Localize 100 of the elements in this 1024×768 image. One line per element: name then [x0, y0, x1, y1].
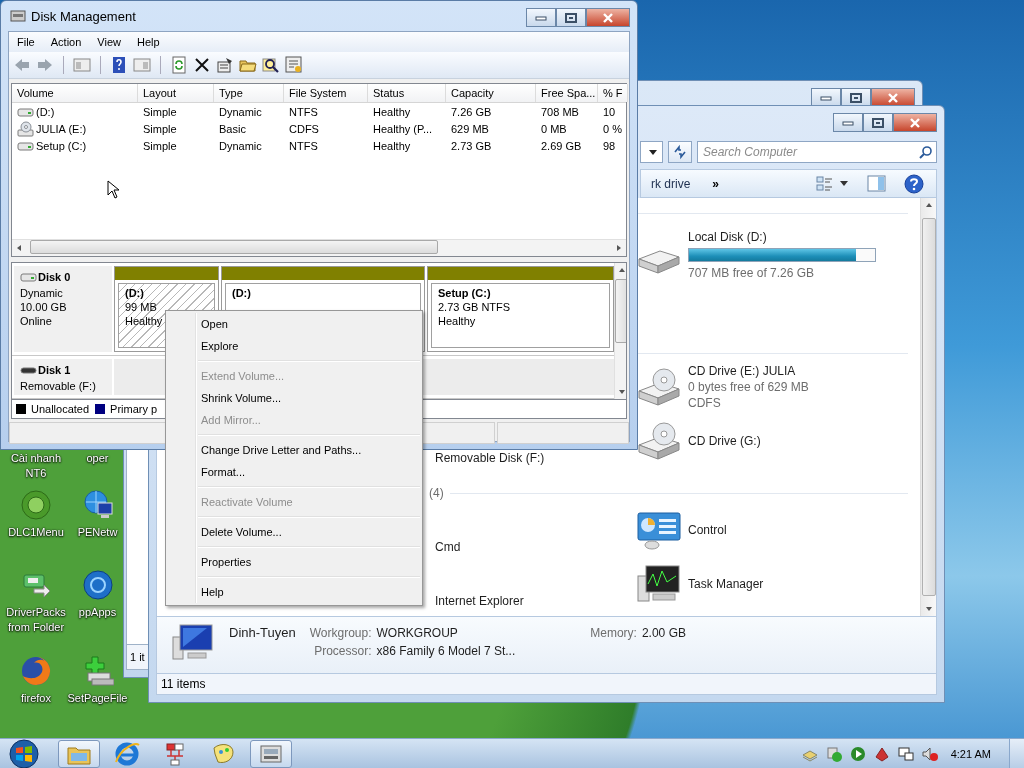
disc-icon[interactable] — [20, 489, 52, 521]
taskbar-button[interactable] — [250, 739, 292, 768]
menu-item[interactable]: Action — [42, 36, 90, 48]
menu-item[interactable]: Properties — [168, 551, 420, 573]
refresh-button[interactable] — [668, 140, 692, 163]
table-cell-text: Dynamic — [218, 139, 263, 152]
toolbar-button[interactable]: rk drive — [651, 176, 691, 191]
menu-item[interactable]: View — [89, 36, 129, 48]
network-status-icon[interactable] — [896, 744, 915, 763]
forward-arrow-icon[interactable] — [36, 56, 54, 74]
table-cell-text: Simple — [142, 122, 178, 135]
item-name[interactable]: CD Drive (E:) JULIA — [688, 364, 809, 379]
menu-item[interactable]: Shrink Volume... — [168, 387, 420, 409]
disk-detail: Dynamic — [20, 287, 64, 299]
search-field[interactable]: Search Computer — [697, 140, 937, 163]
computer-icon — [171, 622, 215, 661]
column-header[interactable]: Type — [214, 84, 284, 102]
field-label: Workgroup: — [309, 625, 372, 640]
close-button[interactable] — [893, 113, 937, 132]
item-name[interactable]: Control — [688, 523, 727, 538]
scroll-down-icon[interactable] — [618, 389, 626, 395]
table-cell-text: 2.69 GB — [540, 139, 583, 152]
column-header[interactable]: Volume — [12, 84, 138, 102]
scroll-right-icon[interactable] — [616, 244, 622, 252]
table-cell-text: NTFS — [288, 105, 319, 118]
close-button[interactable] — [586, 8, 630, 27]
firefox-icon[interactable] — [20, 655, 52, 687]
item-detail: 707 MB free of 7.26 GB — [688, 266, 816, 281]
help-book-icon[interactable] — [110, 56, 128, 74]
properties-icon[interactable] — [216, 56, 234, 74]
caret-icon[interactable] — [839, 180, 849, 188]
cd-drive-icon[interactable] — [636, 421, 682, 462]
minimize-button[interactable] — [526, 8, 556, 27]
table-cell-text: Simple — [142, 139, 178, 152]
refresh-icon — [672, 143, 688, 160]
shield-check-icon[interactable] — [824, 744, 843, 763]
item-detail: CDFS — [688, 396, 722, 411]
menu-item[interactable]: File — [9, 36, 43, 48]
taskbar-button[interactable] — [58, 739, 100, 768]
maximize-button[interactable] — [556, 8, 586, 27]
menu-item[interactable]: Delete Volume... — [168, 521, 420, 543]
magnifier-icon[interactable] — [262, 56, 280, 74]
minimize-button[interactable] — [833, 113, 863, 132]
clock: 4:21 AM — [950, 747, 991, 760]
column-header[interactable]: Free Spa... — [536, 84, 598, 102]
item-name[interactable]: Internet Explorer — [435, 594, 524, 609]
table-cell-text: 10 — [602, 105, 617, 118]
cd-drive-icon — [17, 120, 34, 137]
cd-drive-icon[interactable] — [636, 367, 682, 408]
table-cell-text: Simple — [142, 105, 178, 118]
settings-icon[interactable] — [285, 56, 303, 74]
scroll-up-icon[interactable] — [618, 267, 626, 273]
scroll-up-icon[interactable] — [924, 202, 933, 209]
control-panel-icon[interactable] — [636, 510, 682, 551]
help-icon[interactable] — [904, 173, 924, 194]
table-cell-text: 629 MB — [450, 122, 490, 135]
address-bar[interactable] — [640, 140, 663, 163]
column-header[interactable]: Capacity — [446, 84, 536, 102]
item-name[interactable]: CD Drive (G:) — [688, 434, 761, 449]
item-name[interactable]: Task Manager — [688, 577, 764, 592]
menu-item[interactable]: Change Drive Letter and Paths... — [168, 439, 420, 461]
disk-name: Disk 0 — [38, 271, 71, 283]
globe-icon[interactable] — [81, 569, 114, 601]
maximize-button[interactable] — [863, 113, 893, 132]
group-header[interactable]: (4) — [429, 486, 444, 501]
horizontal-scrollbar[interactable] — [12, 239, 626, 256]
back-arrow-icon[interactable] — [13, 56, 31, 74]
vertical-scrollbar[interactable] — [614, 263, 626, 399]
partition-detail: 99 MB — [125, 301, 158, 313]
delete-icon[interactable] — [193, 56, 211, 74]
item-name[interactable]: Cmd — [435, 540, 461, 555]
close-icon — [887, 92, 899, 103]
refresh-icon[interactable] — [170, 56, 188, 74]
menu-item[interactable]: Help — [128, 36, 168, 48]
column-header[interactable]: Layout — [138, 84, 214, 102]
partition-label: (D:) — [125, 287, 145, 299]
mouse-pointer-icon — [107, 180, 120, 199]
item-name[interactable]: Removable Disk (F:) — [435, 451, 545, 466]
item-name[interactable]: Local Disk (D:) — [688, 230, 876, 245]
computer-name: Dinh-Tuyen — [229, 623, 296, 640]
close-icon — [602, 12, 614, 23]
scroll-down-icon[interactable] — [924, 605, 933, 612]
scroll-left-icon[interactable] — [16, 244, 22, 252]
vertical-scrollbar[interactable] — [920, 198, 936, 616]
desktop-icon-label: PENetw — [77, 525, 118, 540]
more-button[interactable]: » — [708, 176, 724, 191]
legend-label: Unallocated — [31, 403, 90, 415]
column-header[interactable]: Status — [368, 84, 446, 102]
menu-item[interactable]: Format... — [168, 461, 420, 483]
view-options-icon[interactable] — [816, 175, 833, 193]
table-cell-text: Healthy (P... — [372, 122, 434, 135]
column-header[interactable]: % F — [598, 84, 628, 102]
column-header[interactable]: File System — [284, 84, 368, 102]
search-icon[interactable] — [918, 144, 932, 159]
partition[interactable]: Setup (C:) 2.73 GB NTFS Healthy — [427, 266, 614, 352]
task-manager-icon[interactable] — [636, 564, 682, 605]
menu-item[interactable]: Help — [168, 581, 420, 603]
play-icon[interactable] — [848, 744, 867, 763]
globe-monitor-icon[interactable] — [81, 489, 114, 521]
field-value: WORKGROUP — [376, 625, 459, 640]
